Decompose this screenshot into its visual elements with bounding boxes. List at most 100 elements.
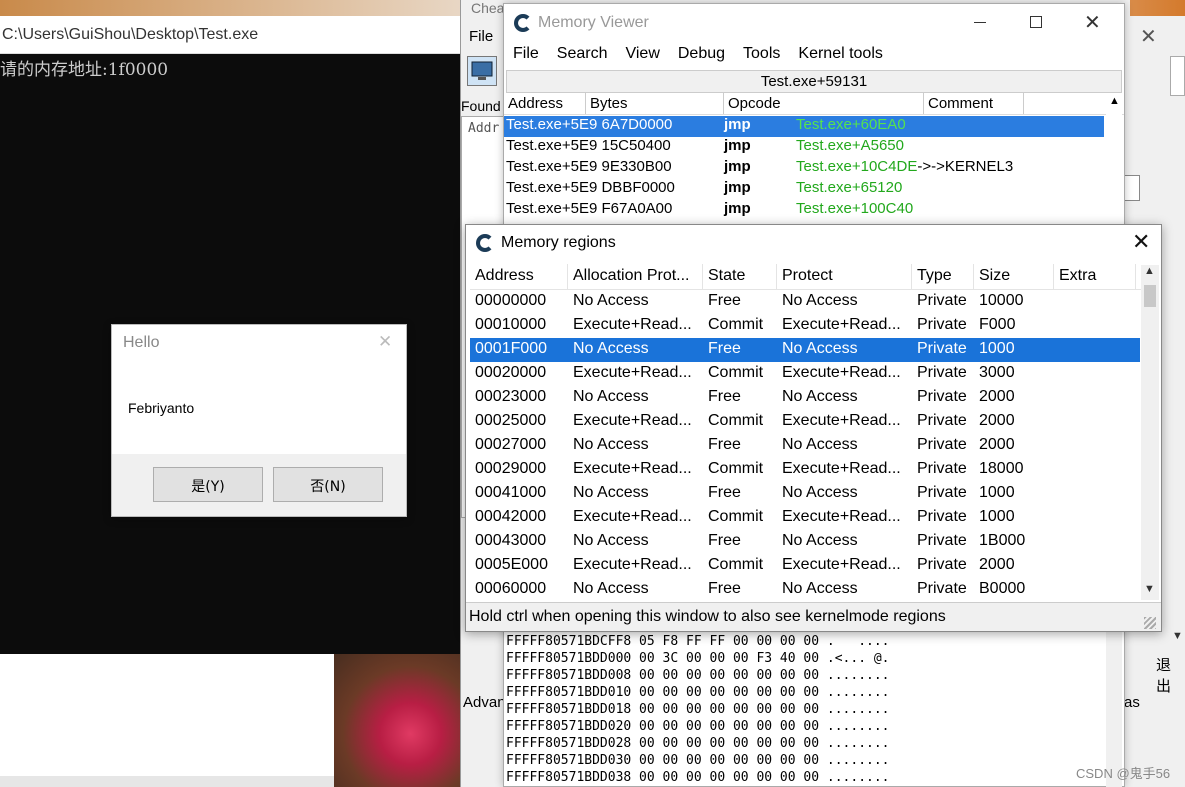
region-protect: No Access xyxy=(782,388,858,405)
region-state: Free xyxy=(708,532,741,549)
hex-row[interactable]: FFFFF80571BDD038 00 00 00 00 00 00 00 00… xyxy=(504,770,964,787)
hex-row[interactable]: FFFFF80571BDD020 00 00 00 00 00 00 00 00… xyxy=(504,719,964,736)
menu-search[interactable]: Search xyxy=(548,42,617,69)
disassembly-row[interactable]: Test.exe+5E9 F67A0A00 jmp Test.exe+100C4… xyxy=(504,200,1104,221)
disassembly-row[interactable]: Test.exe+5E9 DBBF0000 jmp Test.exe+65120 xyxy=(504,179,1104,200)
region-size: 1000 xyxy=(979,484,1015,501)
col-extra[interactable]: Extra xyxy=(1054,264,1136,289)
resize-grip-icon[interactable] xyxy=(1144,617,1156,629)
col-size[interactable]: Size xyxy=(974,264,1054,289)
disassembly-row[interactable]: Test.exe+5E9 9E330B00 jmp Test.exe+10C4D… xyxy=(504,158,1104,179)
region-row[interactable]: 0001F000 No Access Free No Access Private 100… xyxy=(470,338,1140,362)
scroll-up-icon[interactable]: ▲ xyxy=(1144,265,1155,277)
found-label: Found xyxy=(461,98,501,114)
background-close-icon[interactable]: ✕ xyxy=(1140,24,1157,49)
background-scrollbar[interactable] xyxy=(1170,56,1185,96)
col-address[interactable]: Address xyxy=(504,93,586,114)
hex-row[interactable]: FFFFF80571BDD000 00 3C 00 00 00 F3 40 00… xyxy=(504,651,964,668)
hex-row[interactable]: FFFFF80571BDD008 00 00 00 00 00 00 00 00… xyxy=(504,668,964,685)
col-protect[interactable]: Protect xyxy=(777,264,912,289)
region-address: 00043000 xyxy=(475,532,547,549)
region-extra xyxy=(1054,482,1136,506)
col-opcode[interactable]: Opcode xyxy=(724,93,924,114)
menu-kernel-tools[interactable]: Kernel tools xyxy=(789,42,892,69)
region-row[interactable]: 0005E000 Execute+Read... Commit Execute+Rea… xyxy=(470,554,1140,578)
region-protect: No Access xyxy=(782,532,858,549)
region-type: Private xyxy=(917,292,967,309)
disassembly-row[interactable]: Test.exe+5E9 15C50400 jmp Test.exe+A5650 xyxy=(504,137,1104,158)
region-protect: No Access xyxy=(782,292,858,309)
region-type: Private xyxy=(917,580,967,597)
no-button[interactable]: 否(N) xyxy=(273,467,383,502)
col-type[interactable]: Type xyxy=(912,264,974,289)
region-address: 00029000 xyxy=(475,460,547,477)
current-address-bar[interactable]: Test.exe+59131 xyxy=(506,70,1122,93)
scroll-thumb[interactable] xyxy=(1144,285,1156,307)
region-extra xyxy=(1054,410,1136,434)
region-row[interactable]: 00043000 No Access Free No Access Private 1B0… xyxy=(470,530,1140,554)
ce-file-menu[interactable]: File xyxy=(469,28,493,45)
disassembly-row[interactable]: Test.exe+5E9 6A7D0000 jmp Test.exe+60EA0 xyxy=(504,116,1104,137)
region-row[interactable]: 00027000 No Access Free No Access Private 200… xyxy=(470,434,1140,458)
menu-file[interactable]: File xyxy=(504,42,548,69)
hex-row[interactable]: FFFFF80571BDD010 00 00 00 00 00 00 00 00… xyxy=(504,685,964,702)
menu-debug[interactable]: Debug xyxy=(669,42,734,69)
scroll-down-icon[interactable]: ▼ xyxy=(1172,630,1183,642)
scroll-down-icon[interactable]: ▼ xyxy=(1144,583,1155,595)
hex-row[interactable]: FFFFF80571BDD018 00 00 00 00 00 00 00 00… xyxy=(504,702,964,719)
region-state: Commit xyxy=(708,508,764,525)
cheat-engine-logo-icon xyxy=(514,14,532,32)
menu-tools[interactable]: Tools xyxy=(734,42,789,69)
region-row[interactable]: 00060000 No Access Free No Access Private B00… xyxy=(470,578,1140,602)
region-row[interactable]: 00025000 Execute+Read... Commit Execute+Rea… xyxy=(470,410,1140,434)
col-state[interactable]: State xyxy=(703,264,777,289)
col-allocation-protect[interactable]: Allocation Prot... xyxy=(568,264,703,289)
region-row[interactable]: 00042000 Execute+Read... Commit Execute+Rea… xyxy=(470,506,1140,530)
yes-button[interactable]: 是(Y) xyxy=(153,467,263,502)
region-row[interactable]: 00041000 No Access Free No Access Private 100… xyxy=(470,482,1140,506)
region-row[interactable]: 00000000 No Access Free No Access Private 100… xyxy=(470,290,1140,314)
col-address[interactable]: Address xyxy=(470,264,568,289)
menu-view[interactable]: View xyxy=(616,42,668,69)
disasm-opcode: jmp xyxy=(724,200,751,217)
maximize-icon[interactable] xyxy=(1030,16,1042,28)
region-protect: Execute+Read... xyxy=(782,508,901,525)
region-row[interactable]: 00029000 Execute+Read... Commit Execute+Rea… xyxy=(470,458,1140,482)
hex-row[interactable]: FFFFF80571BDCFF8 05 F8 FF FF 00 00 00 00… xyxy=(504,634,964,651)
region-type: Private xyxy=(917,316,967,333)
region-size: 3000 xyxy=(979,364,1015,381)
regions-scrollbar[interactable]: ▲ ▼ xyxy=(1141,265,1159,600)
exit-button[interactable]: 退出 xyxy=(1156,654,1185,696)
region-size: 2000 xyxy=(979,556,1015,573)
region-row[interactable]: 00010000 Execute+Read... Commit Execute+Rea… xyxy=(470,314,1140,338)
col-comment[interactable]: Comment xyxy=(924,93,1024,114)
region-size: 10000 xyxy=(979,292,1024,309)
region-state: Free xyxy=(708,484,741,501)
horizontal-scrollbar[interactable] xyxy=(0,776,334,787)
disasm-operand: Test.exe+60EA0 xyxy=(796,116,906,133)
scroll-up-icon[interactable]: ▲ xyxy=(1106,95,1122,107)
process-select-button[interactable] xyxy=(467,56,497,86)
region-row[interactable]: 00023000 No Access Free No Access Private 200… xyxy=(470,386,1140,410)
close-icon[interactable]: ✕ xyxy=(378,332,392,352)
region-protect: Execute+Read... xyxy=(782,556,901,573)
region-allocation-protect: No Access xyxy=(573,484,649,501)
hex-row[interactable]: FFFFF80571BDD030 00 00 00 00 00 00 00 00… xyxy=(504,753,964,770)
region-allocation-protect: Execute+Read... xyxy=(573,556,692,573)
region-row[interactable]: 00020000 Execute+Read... Commit Execute+Rea… xyxy=(470,362,1140,386)
hello-dialog: Hello ✕ Febriyanto 是(Y) 否(N) xyxy=(111,324,407,517)
col-bytes[interactable]: Bytes xyxy=(586,93,724,114)
region-address: 00042000 xyxy=(475,508,547,525)
minimize-icon[interactable] xyxy=(974,22,986,23)
memory-regions-window: Memory regions ✕ Address Allocation Prot… xyxy=(465,224,1162,632)
hex-row[interactable]: FFFFF80571BDD028 00 00 00 00 00 00 00 00… xyxy=(504,736,964,753)
close-icon[interactable]: ✕ xyxy=(1084,10,1101,35)
regions-header: Address Allocation Prot... State Protect… xyxy=(470,264,1146,290)
region-state: Commit xyxy=(708,412,764,429)
region-type: Private xyxy=(917,508,967,525)
close-icon[interactable]: ✕ xyxy=(1132,229,1150,255)
disasm-opcode: jmp xyxy=(724,158,751,175)
disassembly-scrollbar[interactable]: ▲ xyxy=(1106,95,1122,215)
advanced-options-button[interactable]: Advan xyxy=(463,694,506,711)
region-size: 1000 xyxy=(979,508,1015,525)
